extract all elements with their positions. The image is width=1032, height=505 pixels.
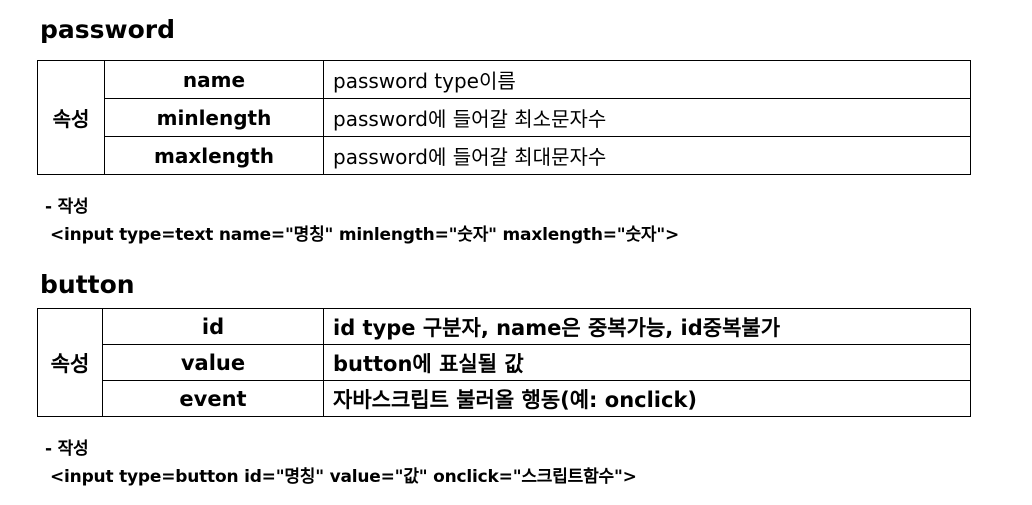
table-row: maxlength password에 들어갈 최대문자수 [38,136,971,175]
attribute-description: 자바스크립트 불러올 행동(예: onclick) [323,380,971,417]
attribute-description: id type 구분자, name은 중복가능, id중복불가 [323,308,971,345]
attribute-name: value [102,344,324,381]
table-row: minlength password에 들어갈 최소문자수 [38,98,971,137]
attribute-description: password type이름 [323,60,971,99]
section-title-password: password [40,15,176,44]
table-row: 속성 name password type이름 [37,60,971,175]
attribute-name: minlength [104,98,324,137]
attribute-description: password에 들어갈 최소문자수 [323,98,971,137]
table-row: event 자바스크립트 불러올 행동(예: onclick) [38,380,971,417]
usage-code-example: <input type=text name="명칭" minlength="숫자… [50,225,680,245]
attribute-name: id [102,308,324,345]
usage-note-title: - 작성 [45,439,89,459]
attribute-name: event [102,380,324,417]
attribute-name: name [104,60,324,99]
usage-note-title: - 작성 [45,197,89,217]
password-attributes-table: 속성 name password type이름 minlength passwo… [37,60,971,175]
group-label: 속성 [37,308,103,417]
group-label: 속성 [37,60,105,175]
table-row: value button에 표실될 값 [38,344,971,381]
table-row: 속성 id id type 구분자, name은 중복가능, id중복불가 [37,308,971,417]
section-title-button: button [40,270,135,299]
attribute-description: password에 들어갈 최대문자수 [323,136,971,175]
attribute-description: button에 표실될 값 [323,344,971,381]
usage-code-example: <input type=button id="명칭" value="값" onc… [50,467,637,487]
button-attributes-table: 속성 id id type 구분자, name은 중복가능, id중복불가 va… [37,308,971,417]
attribute-name: maxlength [104,136,324,175]
